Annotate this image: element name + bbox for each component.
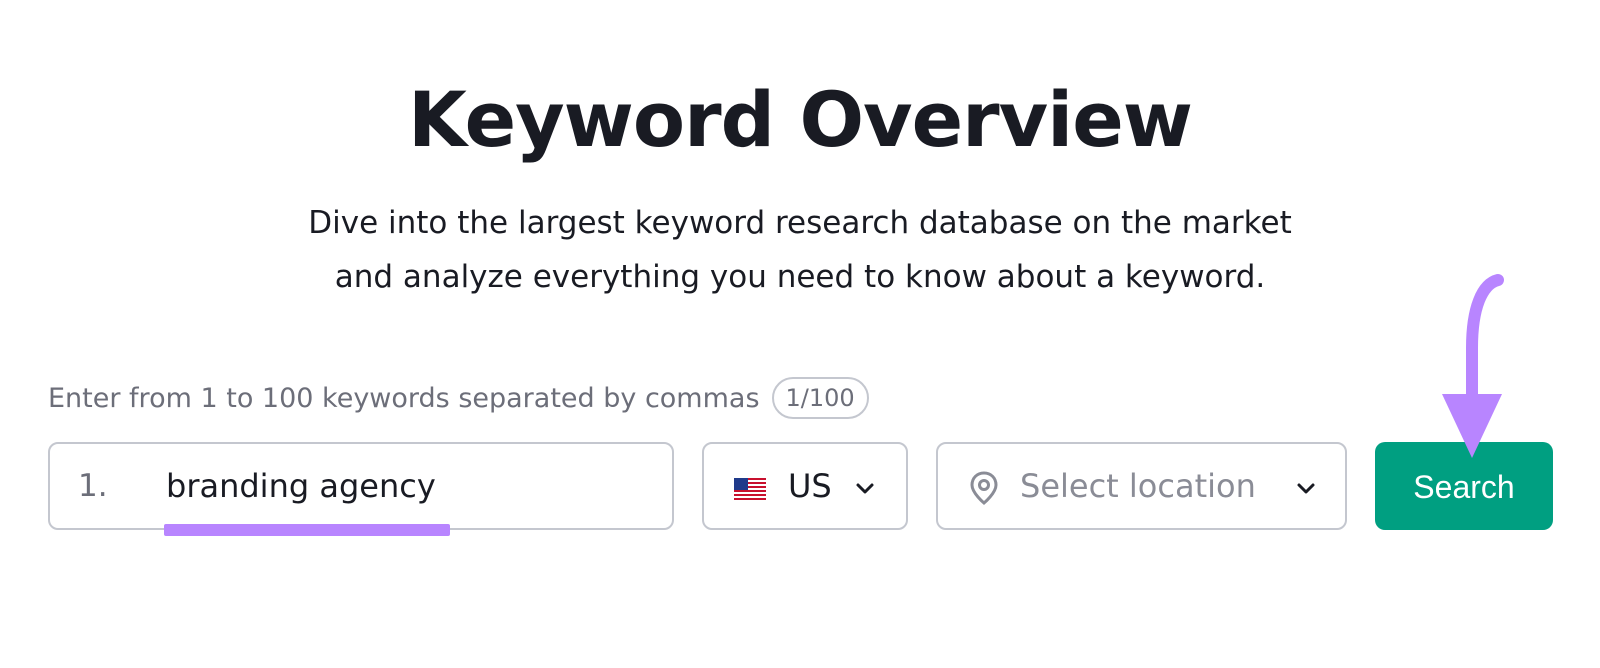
keyword-highlight-underline [164,524,450,536]
arrow-annotation-icon [1442,274,1504,458]
subtitle-line-2: and analyze everything you need to know … [334,259,1266,295]
chevron-down-icon [856,483,874,494]
database-value: US [788,467,832,505]
keyword-hint: Enter from 1 to 100 keywords separated b… [48,382,760,414]
database-select[interactable]: US [702,442,908,530]
keyword-line-number: 1. [78,468,108,504]
keyword-hint-row: Enter from 1 to 100 keywords separated b… [48,376,869,420]
keyword-value[interactable]: branding agency [166,466,436,506]
us-flag-icon [734,478,766,500]
keyword-counter-badge: 1/100 [771,377,869,419]
location-pin-icon [970,471,998,505]
keyword-input[interactable]: 1. branding agency [48,442,674,530]
location-placeholder: Select location [1020,467,1256,505]
chevron-down-icon [1297,483,1315,494]
subtitle-line-1: Dive into the largest keyword research d… [308,205,1292,241]
page-title: Keyword Overview [408,75,1193,164]
page-subtitle: Dive into the largest keyword research d… [200,196,1400,304]
location-select[interactable]: Select location [936,442,1347,530]
